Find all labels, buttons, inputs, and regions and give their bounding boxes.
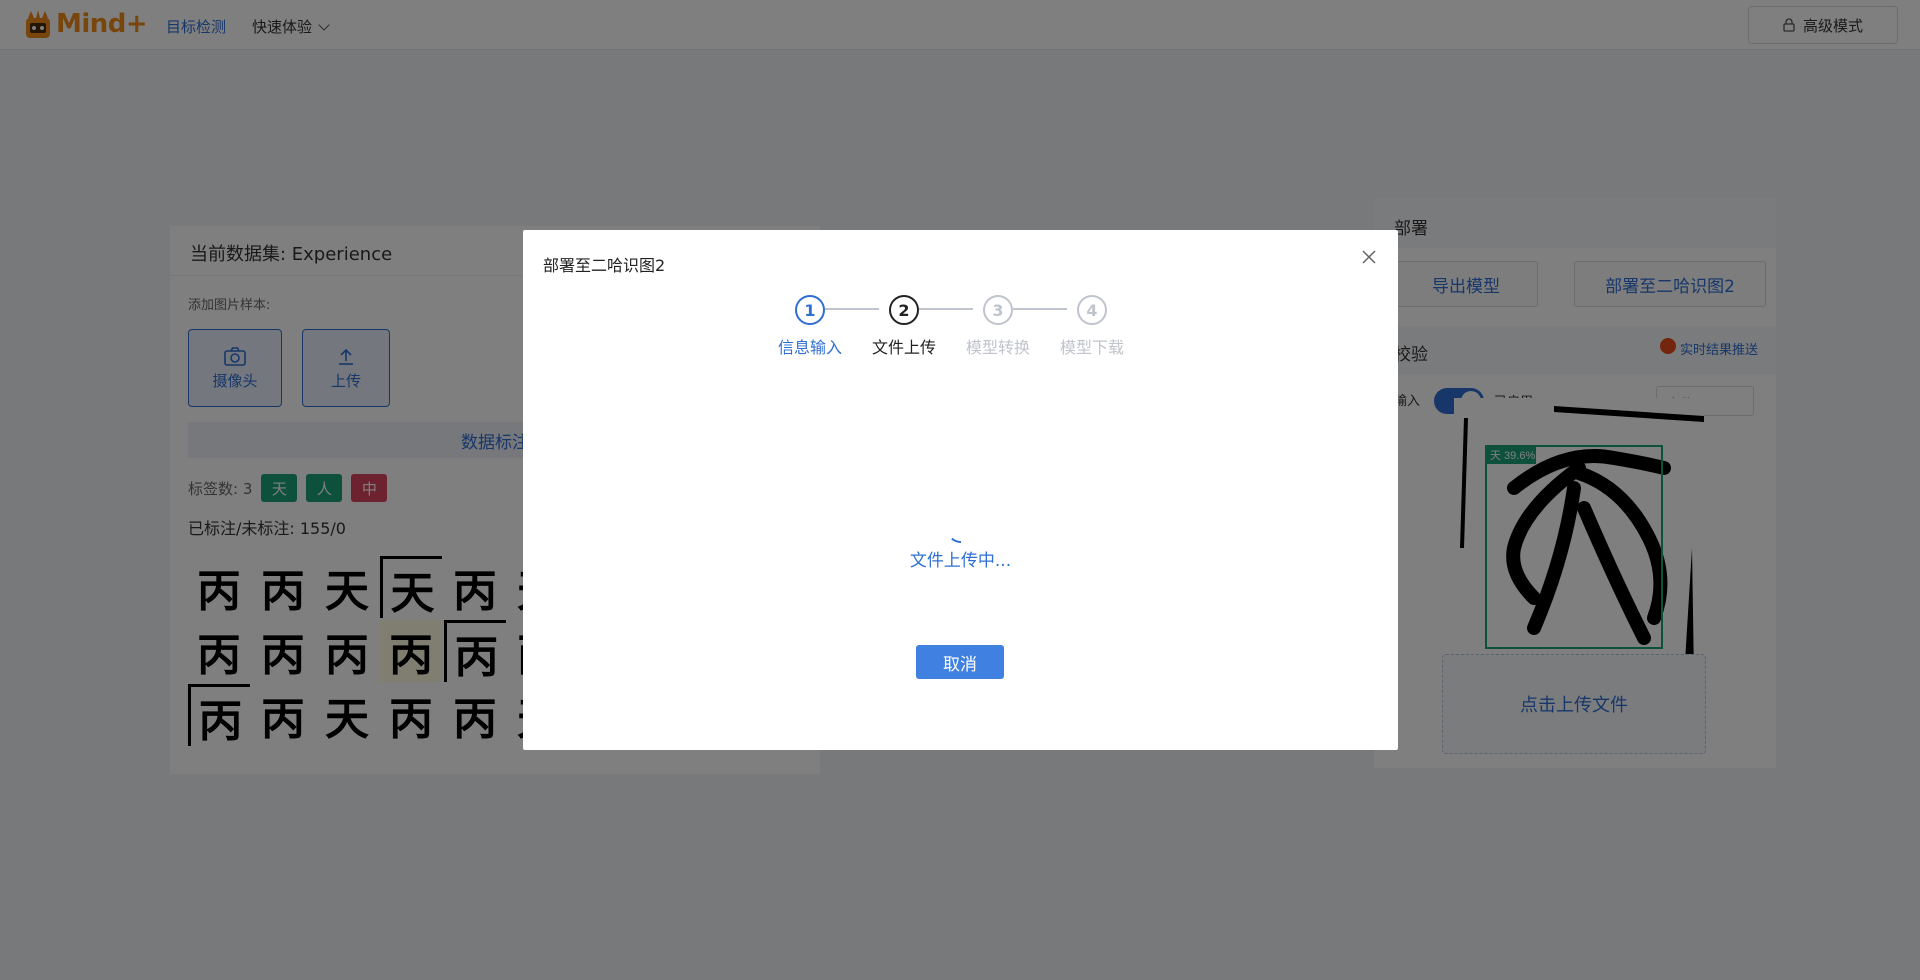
loading-text: 文件上传中... [909,551,1012,571]
step-number: 3 [983,295,1013,325]
modal-title: 部署至二哈识图2 [543,256,666,275]
step-label: 文件上传 [871,338,936,357]
step-number: 4 [1077,295,1107,325]
step-number: 1 [795,295,825,325]
step-connector [825,308,879,310]
step-connector [919,308,973,310]
cancel-button[interactable]: 取消 [916,645,1004,679]
deploy-modal: 部署至二哈识图2 1 信息输入 2 文件上传 3 模型转换 4 模型下载 文件上… [523,230,1398,750]
step-number: 2 [889,295,919,325]
step-connector [1013,308,1067,310]
step-label: 信息输入 [777,338,842,357]
close-icon[interactable] [1360,248,1378,266]
step-label: 模型下载 [1059,338,1124,357]
step-label: 模型转换 [965,338,1030,357]
loading-spinner-icon [946,527,976,543]
progress-steps: 1 信息输入 2 文件上传 3 模型转换 4 模型下载 [778,290,1185,370]
